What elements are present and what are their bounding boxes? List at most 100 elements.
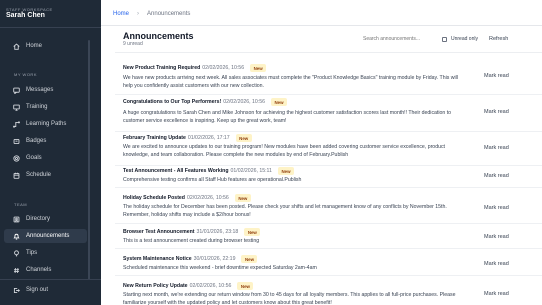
announcement-header: New Product Training Required 02/02/2026… [123,64,267,72]
mark-read-button[interactable]: Mark read [484,145,524,151]
announcement-header: New Return Policy Update 02/02/2026, 10:… [123,282,254,290]
sign-out-label: Sign out [26,287,49,293]
announcement-item: Test Announcement - All Features Working… [115,167,542,188]
sidebar-item-label: Learning Paths [26,121,67,127]
message-icon [10,87,22,94]
announcement-date: 02/02/2026, 10:56 [202,65,245,71]
announcement-item: System Maintenance Notice 30/01/2026, 22… [115,255,542,276]
top-divider [101,25,542,26]
lightbulb-icon [10,249,22,257]
target-icon [10,154,22,162]
mark-read-button[interactable]: Mark read [484,73,524,79]
header-divider [115,52,542,53]
sidebar-item-label: Tips [26,250,38,256]
sidebar-item-label: Home [26,43,43,49]
path-icon [10,120,22,128]
announcement-date: 02/02/2026, 10:56 [189,283,232,289]
sign-out-button[interactable]: Sign out [4,283,87,297]
announcement-date: 30/01/2026, 22:19 [193,256,236,262]
sidebar-item-schedule[interactable]: Schedule [4,168,87,182]
announcement-title: Test Announcement - All Features Working [123,168,229,174]
new-badge: New [235,134,252,142]
bell-icon [10,233,22,240]
breadcrumb-separator: › [137,11,140,17]
unread-only-checkbox[interactable] [442,36,447,42]
announcement-item: Holiday Schedule Posted 02/02/2026, 10:5… [115,194,542,224]
sidebar-item-label: Announcements [26,233,70,239]
announcement-title: February Training Update [123,135,186,141]
unread-only-toggle[interactable]: Unread only [442,36,478,42]
sidebar-item-training[interactable]: Training [4,100,87,114]
unread-only-label: Unread only [451,36,478,42]
sidebar-item-directory[interactable]: Directory [4,212,87,226]
announcement-title: Congratulations to Our Top Performers! [123,99,222,105]
announcement-title: Holiday Schedule Posted [123,195,185,201]
announcement-title: Browser Test Announcement [123,229,195,235]
breadcrumb: Home › Announcements [113,11,190,17]
announcement-item: Congratulations to Our Top Performers! 0… [115,98,542,132]
sign-out-icon [10,287,22,294]
sidebar-item-messages[interactable]: Messages [4,83,87,97]
announcement-body: This is a test announcement created duri… [123,238,260,244]
main-content: Home › Announcements Announcements 9 unr… [101,0,542,305]
sidebar-item-learning-paths[interactable]: Learning Paths [4,117,87,131]
new-badge: New [277,167,294,175]
announcement-date: 02/02/2026, 10:56 [223,99,266,105]
new-badge: New [271,98,288,106]
announcement-header: Congratulations to Our Top Performers! 0… [123,98,288,106]
new-badge: New [234,194,251,202]
users-icon [10,216,22,223]
search-input[interactable] [363,33,435,45]
announcement-date: 01/02/2026, 17:17 [187,135,230,141]
sidebar-item-label: Goals [26,155,42,161]
mark-read-button[interactable]: Mark read [484,291,524,297]
announcement-body: The holiday schedule for December has be… [123,204,447,218]
hash-icon [10,267,22,274]
new-badge: New [244,228,261,236]
mark-read-button[interactable]: Mark read [484,205,524,211]
sidebar-divider [0,27,101,28]
sidebar-scrollbar[interactable] [88,40,90,280]
monitor-icon [10,104,22,111]
sidebar-item-home[interactable]: Home [4,39,87,53]
announcement-item: New Product Training Required 02/02/2026… [115,64,542,95]
new-badge: New [250,64,267,72]
sidebar-item-channels[interactable]: Channels [4,263,87,277]
new-badge: New [237,282,254,290]
section-label-my-work: MY WORK [14,72,37,77]
sidebar-item-announcements[interactable]: Announcements [4,229,87,243]
announcement-header: System Maintenance Notice 30/01/2026, 22… [123,255,258,263]
announcement-header: Holiday Schedule Posted 02/02/2026, 10:5… [123,194,251,202]
new-badge: New [241,255,258,263]
sidebar-item-badges[interactable]: Badges [4,134,87,148]
breadcrumb-home-link[interactable]: Home [113,11,129,17]
section-label-team: TEAM [14,202,28,207]
announcement-header: Test Announcement - All Features Working… [123,167,294,175]
mark-read-button[interactable]: Mark read [484,173,524,179]
sidebar-item-label: Channels [26,267,52,273]
refresh-button[interactable]: Refresh [485,33,512,45]
announcement-title: System Maintenance Notice [123,256,192,262]
announcement-item: February Training Update 01/02/2026, 17:… [115,134,542,166]
breadcrumb-current: Announcements [147,11,191,17]
announcement-body: Comprehensive testing confirms all Staff… [123,177,302,183]
calendar-icon [10,172,22,179]
user-name: Sarah Chen [6,12,45,19]
sidebar: STAFF WORKSPACE Sarah Chen Home MY WORK … [0,0,101,305]
mark-read-button[interactable]: Mark read [484,109,524,115]
badge-icon [10,138,22,145]
announcement-date: 31/01/2026, 23:18 [196,229,239,235]
announcement-header: Browser Test Announcement 31/01/2026, 23… [123,228,261,236]
mark-read-button[interactable]: Mark read [484,261,524,267]
sidebar-item-goals[interactable]: Goals [4,151,87,165]
mark-read-button[interactable]: Mark read [484,234,524,240]
sidebar-item-tips[interactable]: Tips [4,246,87,260]
sidebar-item-label: Directory [26,216,51,222]
announcement-date: 01/02/2026, 15:11 [230,168,272,174]
sidebar-item-label: Badges [26,138,47,144]
sidebar-item-label: Schedule [26,172,52,178]
announcement-title: New Product Training Required [123,65,201,71]
sidebar-divider [0,279,101,280]
announcement-body: We are excited to announce updates to ou… [123,144,446,158]
announcement-date: 02/02/2026, 10:56 [186,195,229,201]
